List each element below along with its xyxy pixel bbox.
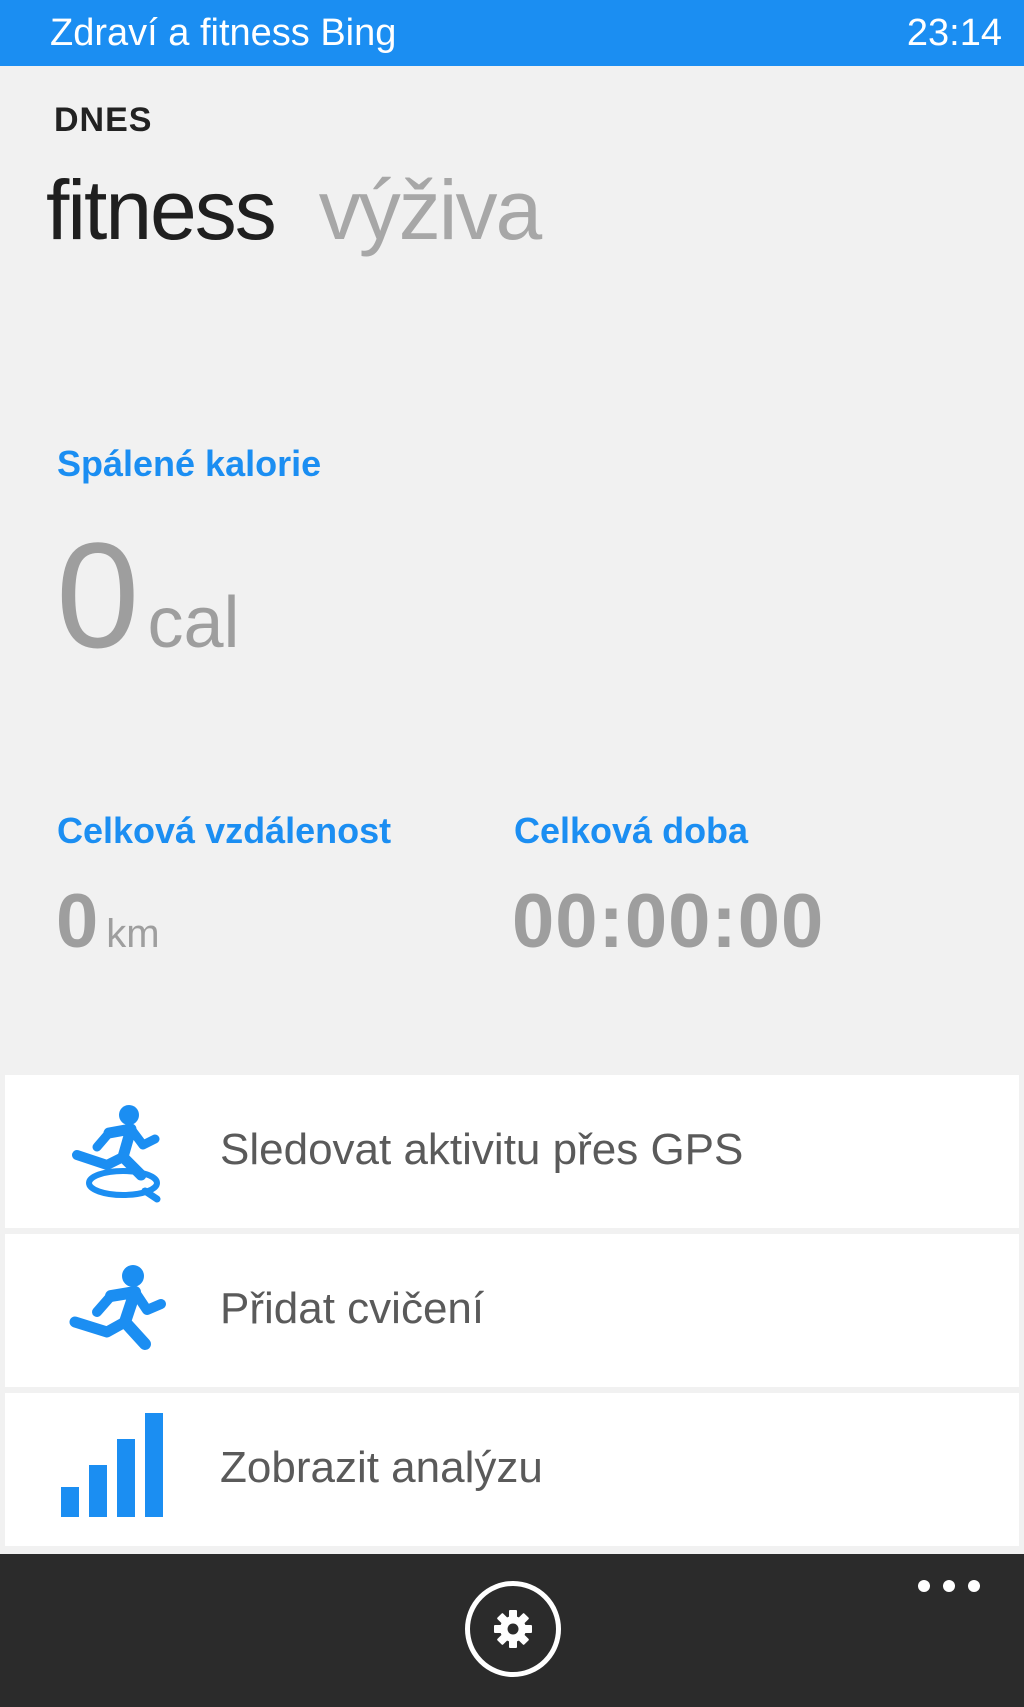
settings-button[interactable] [465, 1581, 561, 1677]
calories-number: 0 [56, 511, 140, 679]
duration-label: Celková doba [514, 810, 749, 851]
add-exercise-button[interactable]: Přidat cvičení [5, 1234, 1019, 1387]
track-gps-activity-button[interactable]: Sledovat aktivitu přes GPS [5, 1075, 1019, 1228]
view-analysis-button[interactable]: Zobrazit analýzu [5, 1393, 1019, 1546]
more-ellipsis-icon [943, 1580, 955, 1592]
section-label: DNES [54, 101, 153, 139]
app-bar [0, 1554, 1024, 1707]
action-list: Sledovat aktivitu přes GPS Přidat cvičen… [5, 1075, 1019, 1552]
clock: 23:14 [906, 12, 1002, 54]
more-ellipsis-icon [968, 1580, 980, 1592]
settings-gear-icon [494, 1610, 532, 1648]
app-title: Zdraví a fitness Bing [50, 12, 397, 54]
calories-value: 0 cal [56, 520, 239, 670]
pivot-tab-nutrition[interactable]: výživa [319, 163, 542, 257]
more-options-button[interactable] [914, 1564, 984, 1604]
view-analysis-label: Zobrazit analýzu [220, 1443, 543, 1492]
distance-unit: km [106, 912, 160, 956]
pivot-tab-fitness[interactable]: fitness [46, 163, 277, 257]
track-gps-activity-label: Sledovat aktivitu přes GPS [220, 1125, 744, 1174]
add-exercise-label: Přidat cvičení [220, 1284, 485, 1333]
bar-chart-icon [61, 1413, 171, 1521]
gps-runner-icon [61, 1103, 171, 1203]
distance-value: 0 km [56, 878, 160, 965]
status-bar: Zdraví a fitness Bing 23:14 [0, 0, 1024, 66]
more-ellipsis-icon [918, 1580, 930, 1592]
distance-label: Celková vzdálenost [57, 810, 392, 851]
runner-icon [61, 1262, 171, 1362]
calories-unit: cal [147, 583, 240, 663]
pivot-header: fitness výživa [46, 160, 542, 260]
distance-number: 0 [56, 879, 99, 964]
calories-label: Spálené kalorie [57, 443, 322, 484]
duration-value: 00:00:00 [512, 879, 825, 964]
